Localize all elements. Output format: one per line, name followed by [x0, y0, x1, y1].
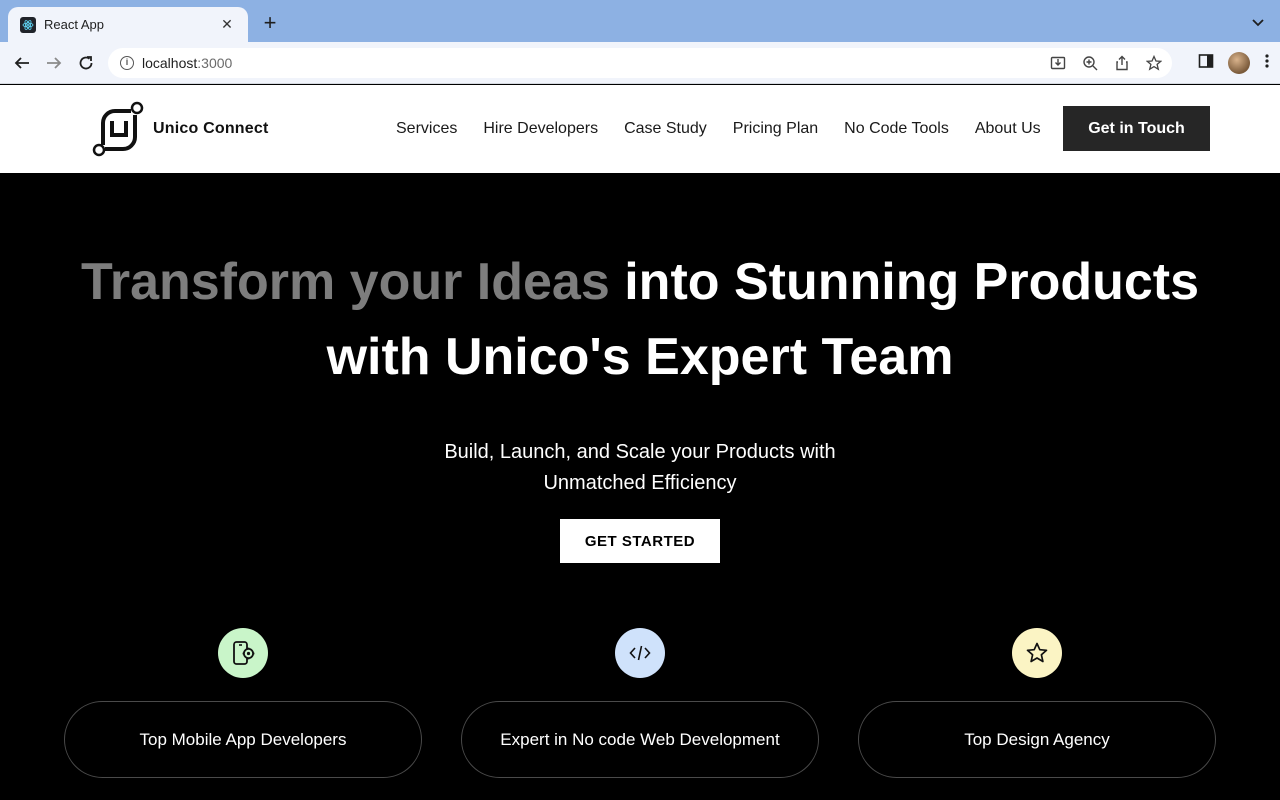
- hero-subtitle: Build, Launch, and Scale your Products w…: [0, 437, 1280, 499]
- zoom-icon[interactable]: [1080, 54, 1100, 72]
- site-info-icon[interactable]: i: [120, 56, 134, 70]
- back-arrow-icon[interactable]: [11, 52, 33, 74]
- url-port: :3000: [197, 55, 233, 71]
- feature-label: Top Design Agency: [964, 729, 1110, 749]
- react-favicon-icon: [20, 16, 36, 33]
- hero-title: Transform your Ideas into Stunning Produ…: [0, 245, 1280, 395]
- hero-subtitle-line2: Unmatched Efficiency: [543, 472, 737, 494]
- feature-pill[interactable]: Top Mobile App Developers: [64, 701, 422, 778]
- mobile-settings-icon: [218, 628, 268, 678]
- site-logo[interactable]: Unico Connect: [91, 101, 269, 157]
- hero-subtitle-line1: Build, Launch, and Scale your Products w…: [444, 441, 836, 463]
- browser-toolbar: i localhost:3000: [0, 42, 1280, 84]
- nav-about-us[interactable]: About Us: [975, 120, 1041, 138]
- reload-icon[interactable]: [75, 52, 97, 74]
- url-host: localhost: [142, 55, 198, 71]
- bookmark-star-icon[interactable]: [1144, 54, 1164, 72]
- tab-close-icon[interactable]: ✕: [218, 16, 236, 33]
- browser-menu-icon[interactable]: [1264, 53, 1270, 74]
- feature-label: Top Mobile App Developers: [139, 729, 347, 749]
- browser-tab[interactable]: React App ✕: [8, 7, 248, 42]
- get-in-touch-button[interactable]: Get in Touch: [1063, 106, 1210, 151]
- unico-logo-icon: [92, 101, 144, 157]
- nav-services[interactable]: Services: [396, 120, 457, 138]
- profile-avatar[interactable]: [1228, 52, 1250, 74]
- nav-hire-developers[interactable]: Hire Developers: [483, 120, 598, 138]
- feature-pill[interactable]: Top Design Agency: [858, 701, 1216, 778]
- main-nav: Services Hire Developers Case Study Pric…: [396, 120, 1041, 138]
- install-app-icon[interactable]: [1048, 54, 1068, 72]
- feature-label: Expert in No code Web Development: [500, 729, 780, 749]
- logo-text: Unico Connect: [153, 120, 269, 137]
- nav-no-code-tools[interactable]: No Code Tools: [844, 120, 949, 138]
- get-started-button[interactable]: GET STARTED: [560, 519, 720, 563]
- tab-search-chevron-icon[interactable]: [1250, 14, 1266, 30]
- hero-title-rest: into Stunning Products: [609, 253, 1200, 311]
- address-bar[interactable]: i localhost:3000: [108, 48, 1172, 78]
- side-panel-icon[interactable]: [1198, 53, 1214, 74]
- code-icon: [615, 628, 665, 678]
- feature-pill[interactable]: Expert in No code Web Development: [461, 701, 819, 778]
- site-header: Unico Connect Services Hire Developers C…: [0, 85, 1280, 173]
- hero-title-line2: with Unico's Expert Team: [326, 328, 954, 386]
- nav-pricing-plan[interactable]: Pricing Plan: [733, 120, 818, 138]
- hero-section: Transform your Ideas into Stunning Produ…: [0, 173, 1280, 800]
- browser-tabstrip: React App ✕ +: [0, 0, 1280, 42]
- hero-title-muted: Transform your Ideas: [80, 253, 610, 311]
- forward-arrow-icon[interactable]: [43, 52, 65, 74]
- star-icon: [1012, 628, 1062, 678]
- share-icon[interactable]: [1112, 54, 1132, 72]
- nav-case-study[interactable]: Case Study: [624, 120, 707, 138]
- new-tab-icon[interactable]: +: [259, 12, 281, 34]
- tab-title: React App: [44, 17, 104, 32]
